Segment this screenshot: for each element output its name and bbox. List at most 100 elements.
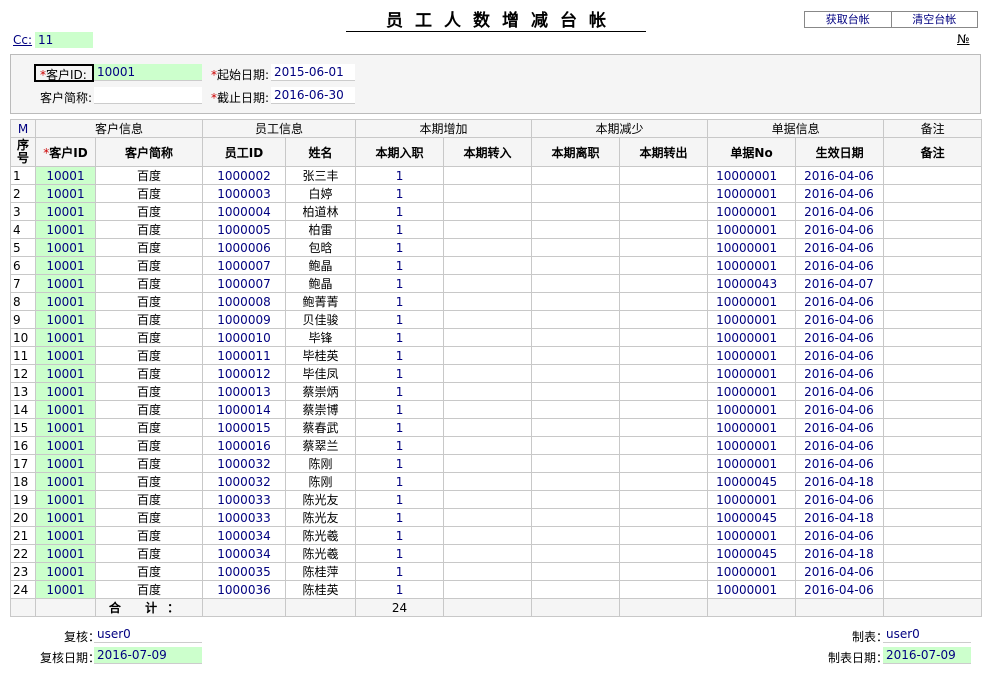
row-customer-short[interactable]: 百度 <box>94 310 204 329</box>
row-employee-id[interactable]: 1000034 <box>202 544 287 563</box>
row-customer-short[interactable]: 百度 <box>94 166 204 185</box>
row-seq[interactable]: 6 <box>10 256 36 275</box>
row-remark[interactable] <box>883 292 983 311</box>
row-hire-in[interactable]: 1 <box>355 220 445 239</box>
row-effective-date[interactable]: 2016-04-06 <box>795 580 885 599</box>
row-remark[interactable] <box>883 220 983 239</box>
row-seq[interactable]: 9 <box>10 310 36 329</box>
row-leave[interactable] <box>531 472 621 491</box>
row-leave[interactable] <box>531 454 621 473</box>
row-seq[interactable]: 23 <box>10 562 36 581</box>
row-remark[interactable] <box>883 454 983 473</box>
row-customer-short[interactable]: 百度 <box>94 184 204 203</box>
table-row[interactable]: 3 10001 百度 1000004 柏道林 1 10000001 2016-04-06 <box>10 202 983 221</box>
row-effective-date[interactable]: 2016-04-06 <box>795 202 885 221</box>
row-leave[interactable] <box>531 580 621 599</box>
row-hire-in[interactable]: 1 <box>355 400 445 419</box>
row-hire-in[interactable]: 1 <box>355 292 445 311</box>
row-name[interactable]: 鲍晶 <box>285 256 357 275</box>
start-date-input[interactable]: 2015-06-01 <box>271 64 355 81</box>
row-transfer-in[interactable] <box>443 454 533 473</box>
row-customer-id[interactable]: 10001 <box>35 382 96 401</box>
row-seq[interactable]: 12 <box>10 364 36 383</box>
row-employee-id[interactable]: 1000035 <box>202 562 287 581</box>
row-doc-no[interactable]: 10000001 <box>707 418 797 437</box>
row-name[interactable]: 柏道林 <box>285 202 357 221</box>
row-hire-in[interactable]: 1 <box>355 418 445 437</box>
row-effective-date[interactable]: 2016-04-06 <box>795 526 885 545</box>
row-employee-id[interactable]: 1000006 <box>202 238 287 257</box>
row-leave[interactable] <box>531 166 621 185</box>
row-leave[interactable] <box>531 508 621 527</box>
row-name[interactable]: 张三丰 <box>285 166 357 185</box>
row-hire-in[interactable]: 1 <box>355 166 445 185</box>
row-hire-in[interactable]: 1 <box>355 310 445 329</box>
row-doc-no[interactable]: 10000001 <box>707 526 797 545</box>
row-customer-id[interactable]: 10001 <box>35 418 96 437</box>
row-effective-date[interactable]: 2016-04-06 <box>795 490 885 509</box>
row-remark[interactable] <box>883 400 983 419</box>
row-hire-in[interactable]: 1 <box>355 526 445 545</box>
row-effective-date[interactable]: 2016-04-06 <box>795 184 885 203</box>
cc-value[interactable]: 11 <box>35 32 93 48</box>
row-effective-date[interactable]: 2016-04-06 <box>795 436 885 455</box>
row-name[interactable]: 毕锋 <box>285 328 357 347</box>
row-remark[interactable] <box>883 544 983 563</box>
table-row[interactable]: 10 10001 百度 1000010 毕锋 1 10000001 2016-04-06 <box>10 328 983 347</box>
table-row[interactable]: 4 10001 百度 1000005 柏雷 1 10000001 2016-04-06 <box>10 220 983 239</box>
row-customer-id[interactable]: 10001 <box>35 274 96 293</box>
row-hire-in[interactable]: 1 <box>355 454 445 473</box>
row-name[interactable]: 陈刚 <box>285 454 357 473</box>
customer-id-input[interactable]: 10001 <box>94 64 202 81</box>
review-date-value[interactable]: 2016-07-09 <box>94 647 202 664</box>
row-employee-id[interactable]: 1000032 <box>202 454 287 473</box>
get-ledger-button[interactable]: 获取台帐 <box>805 12 891 27</box>
row-effective-date[interactable]: 2016-04-06 <box>795 454 885 473</box>
row-remark[interactable] <box>883 166 983 185</box>
row-name[interactable]: 陈光友 <box>285 508 357 527</box>
row-transfer-out[interactable] <box>619 526 709 545</box>
row-customer-short[interactable]: 百度 <box>94 508 204 527</box>
doc-number-label[interactable]: № <box>957 32 969 46</box>
row-transfer-out[interactable] <box>619 472 709 491</box>
row-customer-short[interactable]: 百度 <box>94 526 204 545</box>
row-name[interactable]: 陈桂萍 <box>285 562 357 581</box>
row-transfer-in[interactable] <box>443 220 533 239</box>
row-customer-id[interactable]: 10001 <box>35 436 96 455</box>
row-remark[interactable] <box>883 472 983 491</box>
table-row[interactable]: 2 10001 百度 1000003 白婷 1 10000001 2016-04-06 <box>10 184 983 203</box>
row-customer-short[interactable]: 百度 <box>94 256 204 275</box>
table-row[interactable]: 12 10001 百度 1000012 毕佳凤 1 10000001 2016-04-06 <box>10 364 983 383</box>
row-name[interactable]: 毕桂英 <box>285 346 357 365</box>
row-effective-date[interactable]: 2016-04-06 <box>795 346 885 365</box>
row-name[interactable]: 陈光羲 <box>285 526 357 545</box>
row-doc-no[interactable]: 10000001 <box>707 364 797 383</box>
row-doc-no[interactable]: 10000001 <box>707 238 797 257</box>
row-transfer-out[interactable] <box>619 328 709 347</box>
row-seq[interactable]: 13 <box>10 382 36 401</box>
row-employee-id[interactable]: 1000010 <box>202 328 287 347</box>
table-row[interactable]: 20 10001 百度 1000033 陈光友 1 10000045 2016-04-18 <box>10 508 983 527</box>
row-customer-short[interactable]: 百度 <box>94 418 204 437</box>
row-employee-id[interactable]: 1000015 <box>202 418 287 437</box>
row-remark[interactable] <box>883 202 983 221</box>
row-seq[interactable]: 19 <box>10 490 36 509</box>
row-customer-id[interactable]: 10001 <box>35 256 96 275</box>
row-transfer-in[interactable] <box>443 580 533 599</box>
row-transfer-out[interactable] <box>619 364 709 383</box>
row-transfer-out[interactable] <box>619 166 709 185</box>
row-employee-id[interactable]: 1000032 <box>202 472 287 491</box>
row-doc-no[interactable]: 10000001 <box>707 562 797 581</box>
row-hire-in[interactable]: 1 <box>355 580 445 599</box>
table-row[interactable]: 11 10001 百度 1000011 毕桂英 1 10000001 2016-04-06 <box>10 346 983 365</box>
row-transfer-out[interactable] <box>619 490 709 509</box>
row-effective-date[interactable]: 2016-04-06 <box>795 418 885 437</box>
row-seq[interactable]: 15 <box>10 418 36 437</box>
table-row[interactable]: 14 10001 百度 1000014 蔡崇博 1 10000001 2016-04-06 <box>10 400 983 419</box>
row-remark[interactable] <box>883 256 983 275</box>
row-seq[interactable]: 4 <box>10 220 36 239</box>
row-hire-in[interactable]: 1 <box>355 346 445 365</box>
row-seq[interactable]: 22 <box>10 544 36 563</box>
row-customer-id[interactable]: 10001 <box>35 184 96 203</box>
row-effective-date[interactable]: 2016-04-07 <box>795 274 885 293</box>
